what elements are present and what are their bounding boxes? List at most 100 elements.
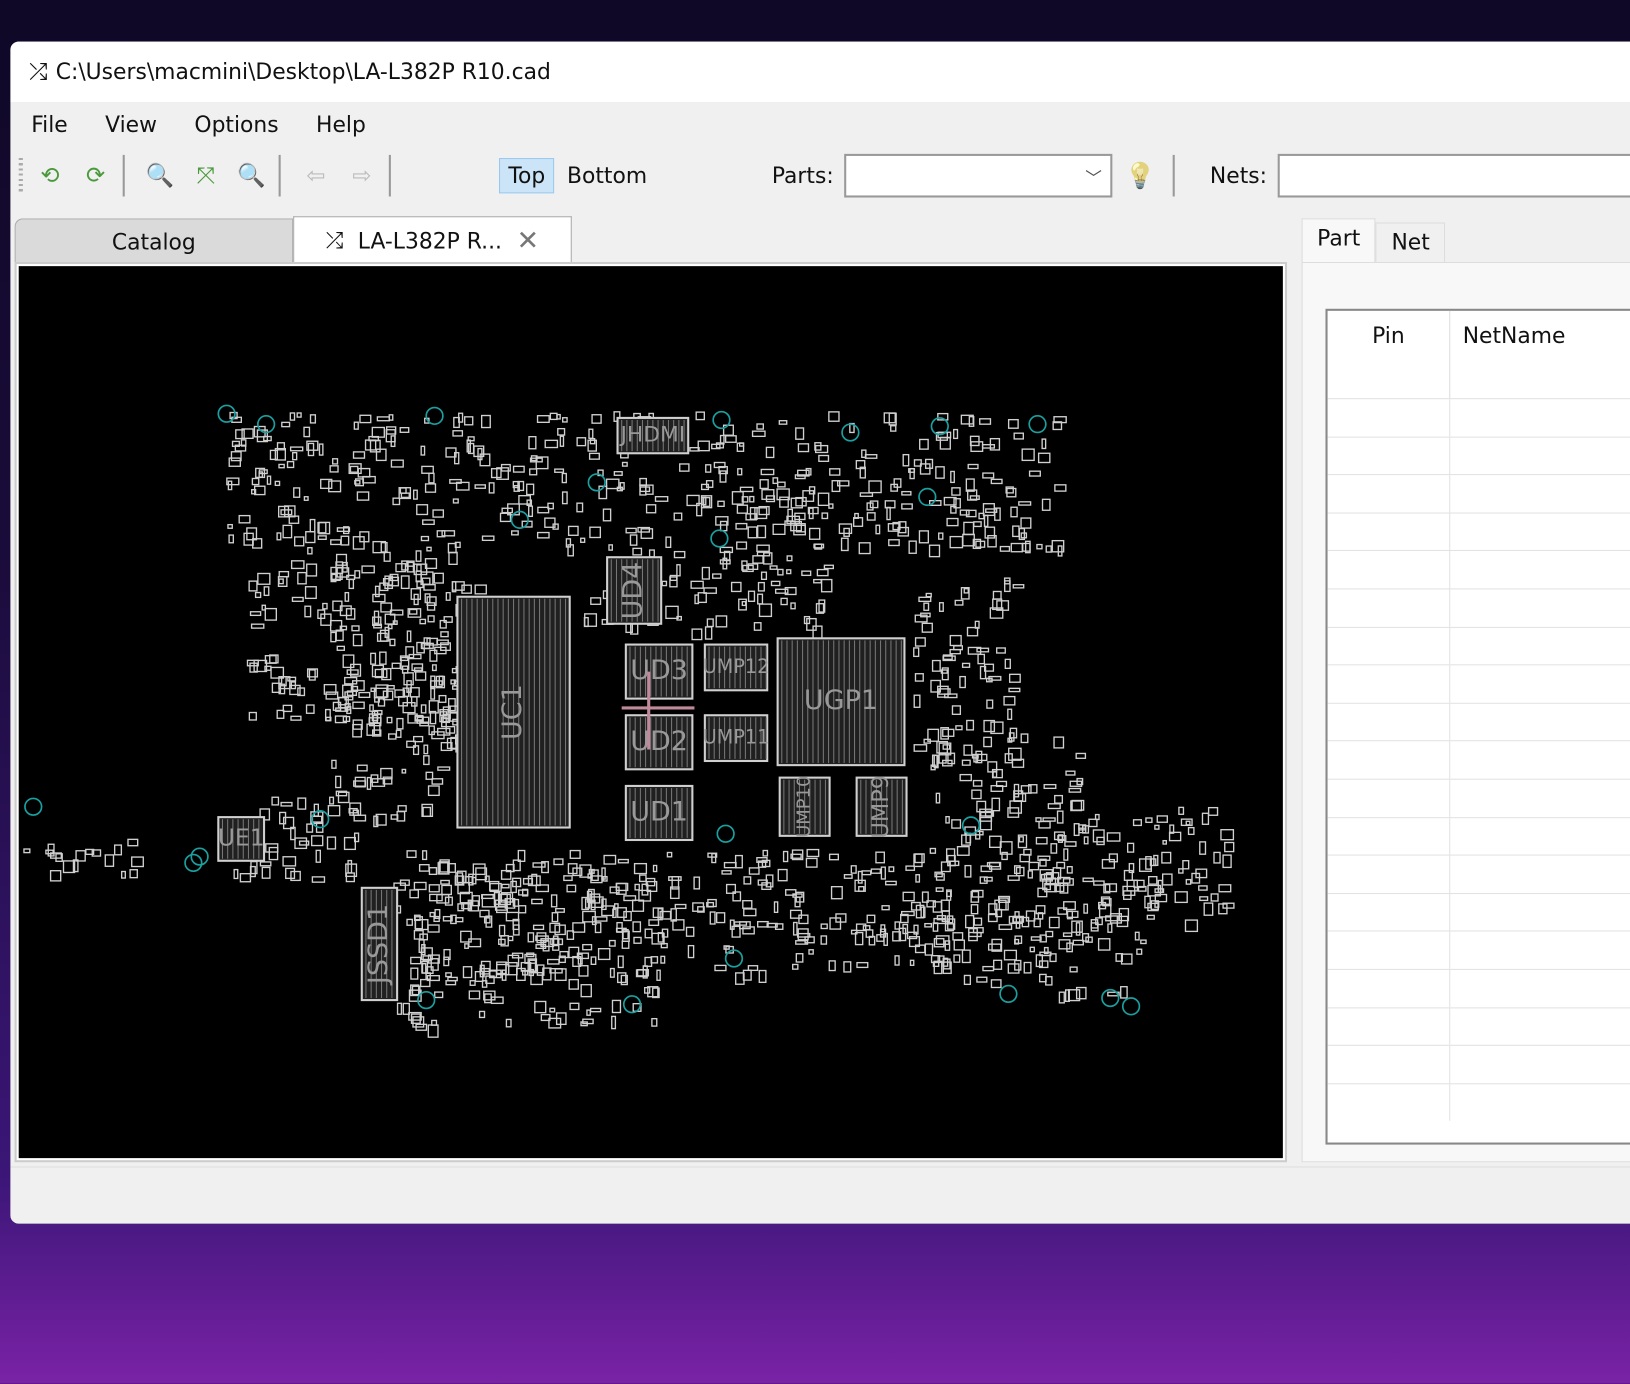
smd-part[interactable]: [358, 691, 371, 699]
smd-part[interactable]: [1185, 820, 1191, 826]
smd-part[interactable]: [501, 883, 510, 889]
smd-part[interactable]: [457, 903, 465, 912]
smd-part[interactable]: [414, 916, 423, 930]
smd-part[interactable]: [430, 958, 439, 971]
smd-part[interactable]: [406, 630, 412, 643]
smd-part[interactable]: [303, 496, 309, 501]
smd-part[interactable]: [498, 924, 506, 937]
mounting-hole[interactable]: [24, 797, 43, 816]
smd-part[interactable]: [259, 861, 272, 867]
smd-part[interactable]: [554, 468, 565, 473]
smd-part[interactable]: [714, 964, 727, 972]
smd-part[interactable]: [665, 605, 679, 620]
smd-part[interactable]: [638, 874, 647, 883]
smd-part[interactable]: [584, 613, 598, 627]
menu-file[interactable]: File: [31, 112, 68, 137]
smd-part[interactable]: [715, 912, 726, 924]
smd-part[interactable]: [408, 608, 418, 615]
smd-part[interactable]: [976, 976, 988, 983]
smd-part[interactable]: [1028, 470, 1041, 477]
smd-part[interactable]: [875, 851, 886, 864]
smd-part[interactable]: [902, 453, 910, 467]
smd-part[interactable]: [717, 500, 725, 508]
smd-part[interactable]: [625, 527, 637, 534]
mounting-hole[interactable]: [961, 816, 981, 835]
smd-part[interactable]: [644, 928, 653, 939]
tab-net[interactable]: Net: [1375, 222, 1446, 262]
smd-part[interactable]: [723, 861, 737, 869]
smd-part[interactable]: [956, 845, 970, 856]
smd-part[interactable]: [970, 441, 984, 453]
smd-part[interactable]: [856, 961, 869, 969]
smd-part[interactable]: [719, 520, 728, 532]
mounting-hole[interactable]: [716, 824, 735, 843]
smd-part[interactable]: [1161, 873, 1173, 886]
smd-part[interactable]: [1178, 868, 1184, 874]
smd-part[interactable]: [528, 436, 537, 450]
smd-part[interactable]: [943, 958, 951, 970]
smd-part[interactable]: [330, 631, 337, 643]
smd-part[interactable]: [576, 502, 584, 513]
smd-part[interactable]: [551, 912, 559, 923]
smd-part[interactable]: [843, 961, 852, 973]
smd-part[interactable]: [812, 625, 823, 640]
smd-part[interactable]: [290, 715, 302, 721]
smd-part[interactable]: [694, 594, 700, 605]
smd-part[interactable]: [795, 427, 805, 440]
smd-part[interactable]: [909, 959, 915, 966]
smd-part[interactable]: [756, 423, 764, 430]
smd-part[interactable]: [1041, 438, 1047, 450]
smd-part[interactable]: [673, 512, 683, 521]
smd-part[interactable]: [1018, 836, 1024, 843]
smd-part[interactable]: [23, 848, 31, 854]
smd-part[interactable]: [353, 814, 367, 822]
smd-part[interactable]: [318, 443, 324, 456]
smd-part[interactable]: [963, 744, 973, 756]
smd-part[interactable]: [534, 1000, 547, 1014]
smd-part[interactable]: [322, 602, 328, 610]
smd-part[interactable]: [797, 928, 809, 941]
table-row[interactable]: [1327, 512, 1630, 551]
smd-part[interactable]: [569, 849, 581, 859]
smd-part[interactable]: [452, 498, 459, 504]
smd-part[interactable]: [293, 536, 305, 547]
smd-part[interactable]: [343, 836, 356, 851]
smd-part[interactable]: [511, 530, 519, 536]
smd-part[interactable]: [589, 1007, 602, 1013]
menu-help[interactable]: Help: [316, 112, 366, 137]
smd-part[interactable]: [998, 924, 1013, 931]
smd-part[interactable]: [554, 968, 567, 982]
smd-part[interactable]: [982, 965, 995, 972]
smd-part[interactable]: [1020, 517, 1032, 529]
smd-part[interactable]: [914, 853, 925, 864]
smd-part[interactable]: [376, 416, 391, 422]
smd-part[interactable]: [762, 849, 769, 857]
smd-part[interactable]: [251, 489, 257, 495]
smd-part[interactable]: [990, 478, 1003, 485]
smd-part[interactable]: [416, 564, 422, 572]
mounting-hole[interactable]: [918, 487, 937, 507]
smd-part[interactable]: [795, 953, 804, 963]
smd-part[interactable]: [269, 449, 279, 461]
smd-part[interactable]: [488, 880, 500, 891]
chip-label[interactable]: UGP1: [804, 685, 878, 716]
smd-part[interactable]: [432, 509, 445, 518]
smd-part[interactable]: [306, 563, 318, 577]
smd-part[interactable]: [858, 886, 865, 892]
smd-part[interactable]: [938, 602, 944, 612]
smd-part[interactable]: [448, 551, 458, 565]
smd-part[interactable]: [412, 1016, 425, 1028]
smd-part[interactable]: [413, 929, 424, 940]
table-row[interactable]: [1327, 702, 1630, 741]
smd-part[interactable]: [415, 550, 422, 562]
smd-part[interactable]: [808, 949, 814, 955]
smd-part[interactable]: [400, 575, 410, 590]
smd-part[interactable]: [1010, 506, 1018, 518]
smd-part[interactable]: [268, 846, 279, 861]
smd-part[interactable]: [291, 596, 304, 602]
smd-part[interactable]: [1198, 885, 1208, 891]
smd-part[interactable]: [591, 869, 599, 882]
reload-button[interactable]: ⟲: [31, 157, 68, 194]
smd-part[interactable]: [652, 864, 658, 873]
smd-part[interactable]: [621, 461, 628, 467]
